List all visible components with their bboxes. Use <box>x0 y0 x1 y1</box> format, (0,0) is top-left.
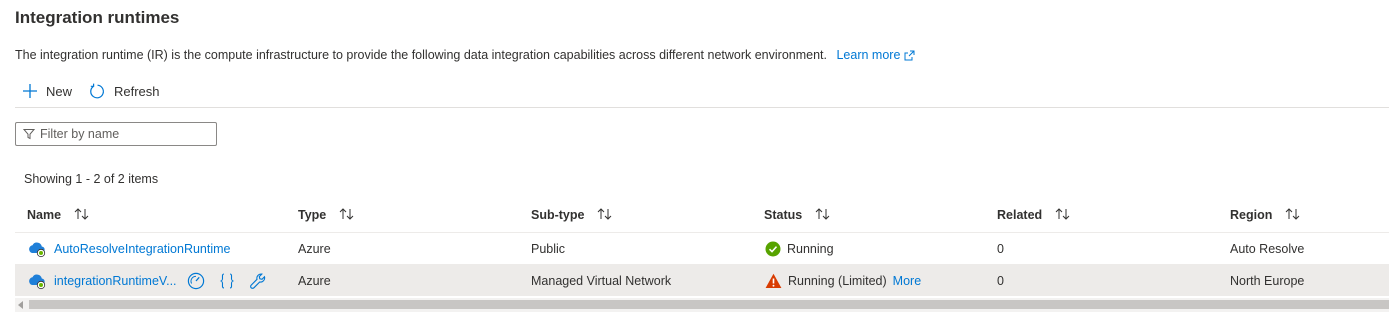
column-header-region[interactable]: Region <box>1230 205 1300 225</box>
column-header-status[interactable]: Status <box>764 205 830 225</box>
region-cell: North Europe <box>1230 273 1305 288</box>
sort-icon <box>1285 207 1300 223</box>
sort-icon <box>815 207 830 223</box>
table-row[interactable]: integrationRuntimeV... Azure Managed Vir… <box>15 265 1389 296</box>
runtime-name-link[interactable]: integrationRuntimeV... <box>54 274 177 288</box>
gauge-icon[interactable] <box>187 272 205 290</box>
column-header-type[interactable]: Type <box>298 205 354 225</box>
status-cell: Running <box>765 233 834 264</box>
warning-triangle-icon <box>765 273 782 289</box>
filter-box <box>15 122 217 146</box>
column-header-label: Status <box>764 208 803 222</box>
items-count: Showing 1 - 2 of 2 items <box>24 172 159 186</box>
column-header-name[interactable]: Name <box>27 205 89 225</box>
azure-cloud-icon <box>27 240 47 258</box>
sort-icon <box>74 207 89 223</box>
description-text: The integration runtime (IR) is the comp… <box>15 48 827 62</box>
sort-icon <box>597 207 612 223</box>
type-cell: Azure <box>298 241 331 256</box>
row-actions <box>187 272 280 290</box>
table-row[interactable]: AutoResolveIntegrationRuntime Azure Publ… <box>15 233 1389 264</box>
subtype-cell: Managed Virtual Network <box>531 273 672 288</box>
new-button[interactable]: New <box>22 80 72 102</box>
column-header-label: Related <box>997 208 1043 222</box>
sort-icon <box>339 207 354 223</box>
name-cell: integrationRuntimeV... <box>27 265 280 296</box>
subtype-cell: Public <box>531 241 566 256</box>
name-cell: AutoResolveIntegrationRuntime <box>27 233 231 264</box>
learn-more-link[interactable]: Learn more <box>836 48 915 62</box>
refresh-icon <box>89 83 114 100</box>
page-title: Integration runtimes <box>15 8 180 27</box>
horizontal-scrollbar[interactable] <box>15 298 1389 312</box>
column-header-related[interactable]: Related <box>997 205 1070 225</box>
runtime-name-link[interactable]: AutoResolveIntegrationRuntime <box>54 242 231 256</box>
external-link-icon <box>904 50 915 64</box>
type-cell: Azure <box>298 273 331 288</box>
column-header-label: Type <box>298 208 327 222</box>
filter-input[interactable] <box>40 127 210 141</box>
plus-icon <box>22 83 46 99</box>
code-braces-icon[interactable] <box>218 272 236 290</box>
status-more-link[interactable]: More <box>893 274 921 288</box>
refresh-button[interactable]: Refresh <box>89 80 160 102</box>
learn-more-label: Learn more <box>836 48 901 62</box>
column-header-label: Name <box>27 208 62 222</box>
status-text: Running <box>787 241 834 256</box>
scrollbar-thumb[interactable] <box>29 300 1389 309</box>
related-cell: 0 <box>997 241 1004 256</box>
azure-cloud-icon <box>27 272 47 290</box>
column-header-label: Sub-type <box>531 208 585 222</box>
sort-icon <box>1055 207 1070 223</box>
page-description: The integration runtime (IR) is the comp… <box>15 48 915 64</box>
scroll-left-arrow-icon[interactable] <box>18 301 23 309</box>
filter-icon <box>16 128 40 140</box>
status-text: Running (Limited) <box>788 273 887 288</box>
column-header-label: Region <box>1230 208 1273 222</box>
refresh-label: Refresh <box>114 83 160 99</box>
column-header-subtype[interactable]: Sub-type <box>531 205 612 225</box>
related-cell: 0 <box>997 273 1004 288</box>
region-cell: Auto Resolve <box>1230 241 1305 256</box>
command-bar: New Refresh <box>15 80 1389 108</box>
new-label: New <box>46 83 73 99</box>
success-check-icon <box>765 241 781 257</box>
wrench-icon[interactable] <box>249 272 267 290</box>
status-cell: Running (Limited) More <box>765 265 921 296</box>
